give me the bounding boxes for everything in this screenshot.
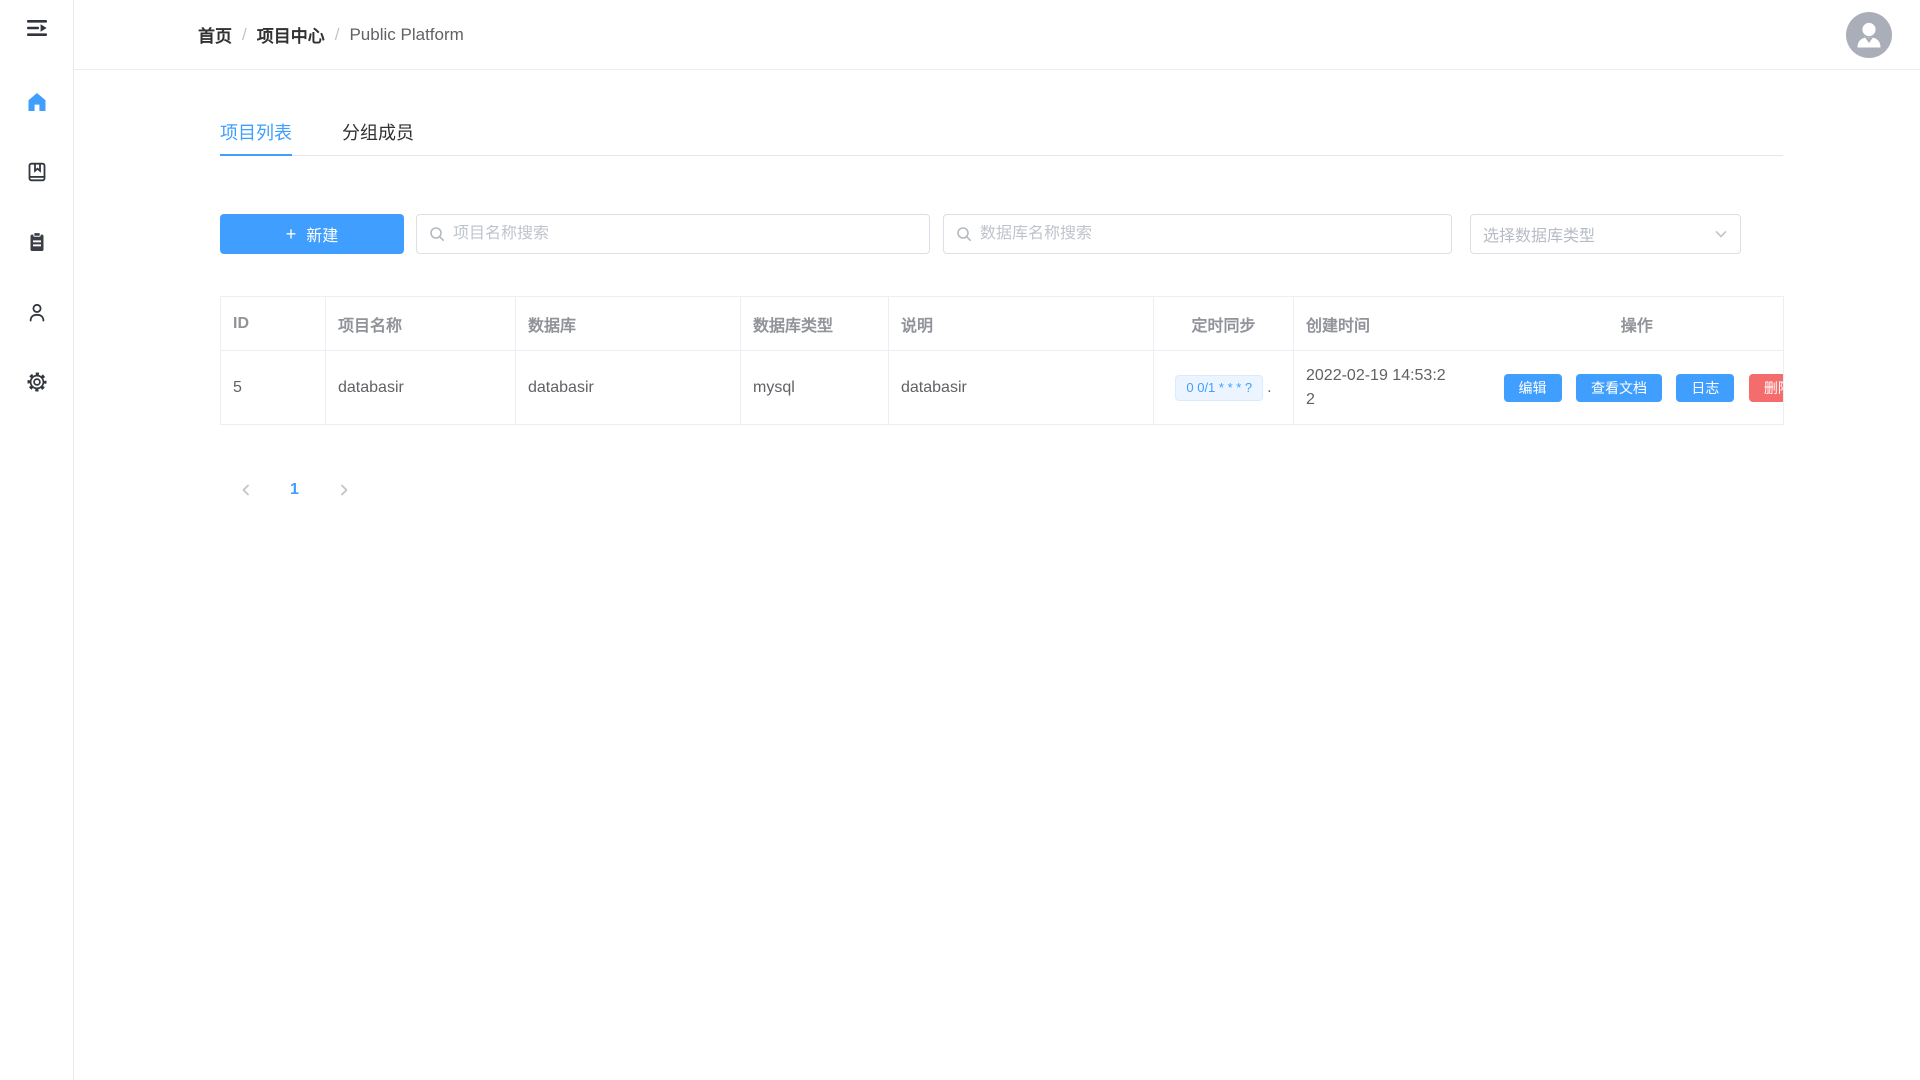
prev-page-button[interactable] bbox=[228, 475, 263, 505]
view-doc-button[interactable]: 查看文档 bbox=[1576, 374, 1662, 402]
create-button[interactable]: + 新建 bbox=[220, 214, 404, 254]
sidebar-item-tasks[interactable] bbox=[0, 207, 74, 277]
project-search-box bbox=[416, 214, 930, 254]
book-icon bbox=[26, 161, 48, 183]
search-icon bbox=[956, 226, 972, 242]
pagination: 1 bbox=[220, 475, 1783, 505]
col-header-sync: 定时同步 bbox=[1154, 297, 1294, 351]
col-header-project-name: 项目名称 bbox=[326, 297, 516, 351]
home-icon bbox=[26, 91, 48, 113]
cell-database: databasir bbox=[516, 351, 741, 425]
tab-bar: 项目列表 分组成员 bbox=[220, 114, 1783, 156]
database-search-input[interactable] bbox=[980, 225, 1439, 243]
delete-button[interactable]: 删除 bbox=[1749, 374, 1784, 402]
create-button-label: 新建 bbox=[306, 222, 338, 246]
cron-tag: 0 0/1 * * * ? bbox=[1175, 375, 1263, 401]
top-header: 首页 / 项目中心 / Public Platform bbox=[74, 0, 1920, 70]
log-button[interactable]: 日志 bbox=[1676, 374, 1734, 402]
cell-project-name: databasir bbox=[326, 351, 516, 425]
cell-actions: 编辑 查看文档 日志 删除 bbox=[1491, 351, 1784, 425]
fold-menu-icon[interactable] bbox=[25, 16, 49, 40]
chevron-down-icon bbox=[1714, 227, 1728, 241]
user-avatar[interactable] bbox=[1846, 12, 1892, 58]
col-header-database-type: 数据库类型 bbox=[741, 297, 889, 351]
cell-sync: 0 0/1 * * * ?. bbox=[1154, 351, 1294, 425]
sidebar-item-home[interactable] bbox=[0, 67, 74, 137]
search-icon bbox=[429, 226, 445, 242]
database-search-box bbox=[943, 214, 1452, 254]
col-header-created-at: 创建时间 bbox=[1294, 297, 1491, 351]
sidebar bbox=[0, 0, 74, 1080]
sidebar-item-users[interactable] bbox=[0, 277, 74, 347]
breadcrumb-separator: / bbox=[242, 25, 247, 45]
tab-group-members[interactable]: 分组成员 bbox=[342, 114, 414, 155]
edit-button[interactable]: 编辑 bbox=[1504, 374, 1562, 402]
sidebar-item-projects[interactable] bbox=[0, 137, 74, 207]
next-page-button[interactable] bbox=[326, 475, 361, 505]
col-header-actions: 操作 bbox=[1491, 297, 1784, 351]
breadcrumb-home[interactable]: 首页 bbox=[198, 22, 232, 47]
toolbar: + 新建 选择数据库类型 bbox=[220, 214, 1783, 254]
breadcrumb-separator: / bbox=[335, 25, 340, 45]
col-header-database: 数据库 bbox=[516, 297, 741, 351]
breadcrumb-current: Public Platform bbox=[349, 25, 463, 45]
gear-icon bbox=[26, 371, 48, 393]
project-table: ID 项目名称 数据库 数据库类型 说明 定时同步 创建时间 操作 5 data… bbox=[220, 296, 1784, 425]
table-header-row: ID 项目名称 数据库 数据库类型 说明 定时同步 创建时间 操作 bbox=[221, 297, 1784, 351]
clipboard-icon bbox=[26, 231, 48, 253]
table-row: 5 databasir databasir mysql databasir 0 … bbox=[221, 351, 1784, 425]
user-icon bbox=[26, 301, 48, 323]
cron-suffix: . bbox=[1267, 379, 1271, 396]
breadcrumb-project-center[interactable]: 项目中心 bbox=[257, 22, 325, 47]
col-header-description: 说明 bbox=[889, 297, 1154, 351]
col-header-id: ID bbox=[221, 297, 326, 351]
breadcrumb: 首页 / 项目中心 / Public Platform bbox=[198, 22, 464, 47]
db-type-select[interactable]: 选择数据库类型 bbox=[1470, 214, 1741, 254]
tab-project-list[interactable]: 项目列表 bbox=[220, 114, 292, 155]
sidebar-item-settings[interactable] bbox=[0, 347, 74, 417]
page-number-1[interactable]: 1 bbox=[277, 475, 312, 505]
cell-id: 5 bbox=[221, 351, 326, 425]
db-type-select-placeholder: 选择数据库类型 bbox=[1483, 222, 1714, 246]
cell-database-type: mysql bbox=[741, 351, 889, 425]
plus-icon: + bbox=[286, 224, 297, 245]
project-search-input[interactable] bbox=[453, 225, 917, 243]
cell-created-at: 2022-02-19 14:53:22 bbox=[1294, 351, 1491, 425]
sidebar-nav bbox=[0, 67, 74, 417]
cell-description: databasir bbox=[889, 351, 1154, 425]
